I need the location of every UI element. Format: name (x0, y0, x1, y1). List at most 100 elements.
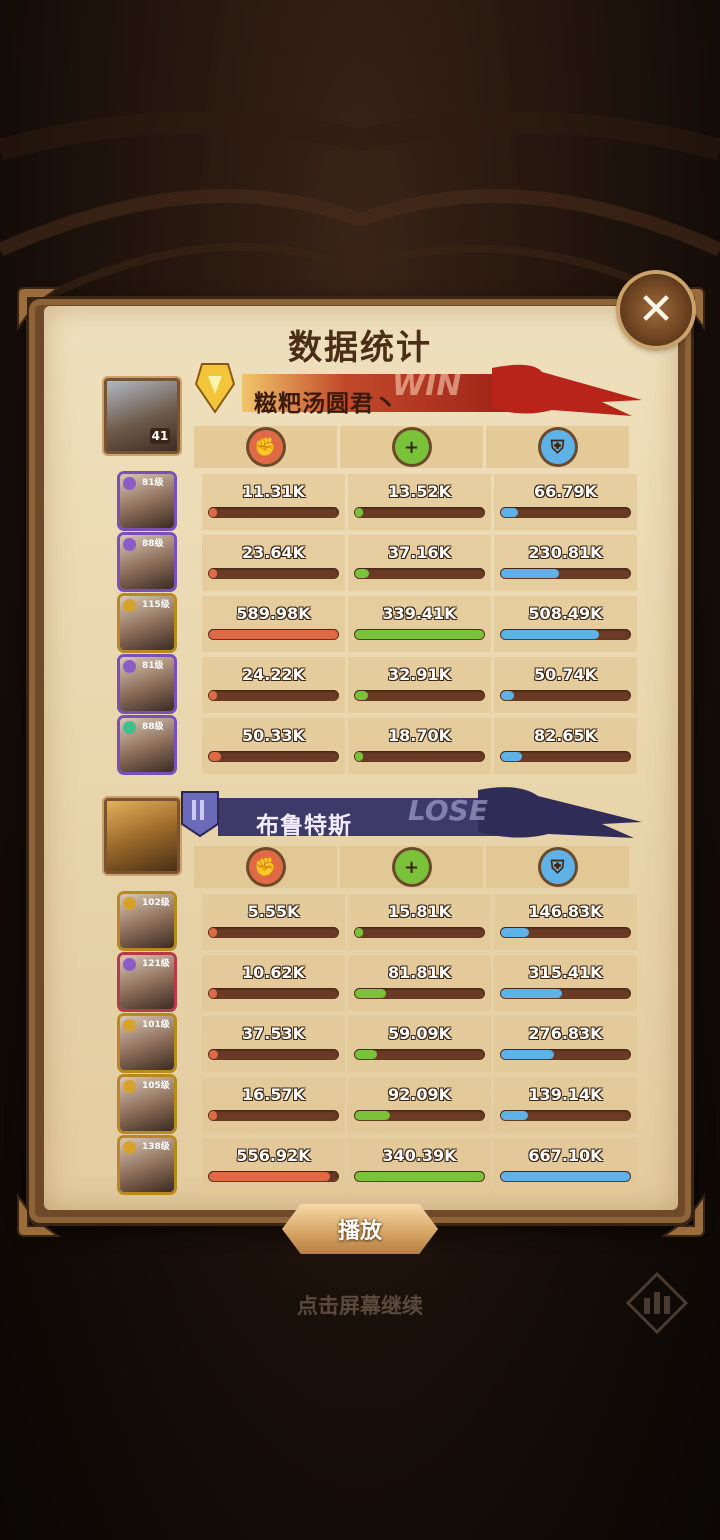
hero-level: 105级 (142, 1081, 170, 1091)
damage-value: 556.92K (236, 1146, 311, 1165)
team2-hero-portrait[interactable]: 101级 (120, 1016, 174, 1070)
hero-level: 102级 (142, 898, 170, 908)
team1-header-tank: ⛨ (486, 426, 629, 468)
shield-icon: ⛨ (540, 850, 575, 884)
hero-level: 81级 (142, 478, 164, 488)
tank-bar (500, 927, 631, 938)
tank-bar-fill (501, 508, 518, 517)
tank-bar (500, 1049, 631, 1060)
tank-bar-fill (501, 630, 599, 639)
tank-bar (500, 507, 631, 518)
team1-name: 糍粑汤圆君丶 (254, 391, 398, 417)
bar-chart-icon[interactable] (626, 1272, 688, 1334)
play-button-label: 播放 (337, 1219, 382, 1244)
tank-value: 315.41K (528, 963, 603, 982)
team1-hero-portrait[interactable]: 81级 (120, 657, 174, 711)
damage-value: 10.62K (241, 963, 305, 982)
tank-bar (500, 751, 631, 762)
team2-heal-cell: 15.81K (348, 894, 491, 950)
team1-heal-cell: 37.16K (348, 535, 491, 591)
element-badge-icon (123, 721, 136, 734)
team2-damage-cell: 556.92K (202, 1138, 345, 1194)
tank-value: 276.83K (528, 1024, 603, 1043)
damage-value: 589.98K (236, 604, 311, 623)
damage-bar (208, 988, 339, 999)
close-button[interactable]: ✕ (620, 274, 692, 346)
damage-bar-fill (209, 1172, 330, 1181)
heal-value: 339.41K (382, 604, 457, 623)
tank-value: 139.14K (528, 1085, 603, 1104)
team2-damage-cell: 16.57K (202, 1077, 345, 1133)
team1-heal-cell: 32.91K (348, 657, 491, 713)
heal-value: 37.16K (387, 543, 451, 562)
team2-name: 布鲁特斯 (256, 813, 352, 839)
team1-hero-portrait[interactable]: 88级 (120, 718, 174, 772)
heal-bar (354, 751, 485, 762)
team2-heal-cell: 81.81K (348, 955, 491, 1011)
team1-damage-cell: 23.64K (202, 535, 345, 591)
team1-tank-cell: 230.81K (494, 535, 637, 591)
play-button[interactable]: 播放 (282, 1204, 438, 1254)
shield-icon: ⛨ (540, 430, 575, 464)
heal-value: 81.81K (387, 963, 451, 982)
element-badge-icon (123, 1080, 136, 1093)
damage-bar-fill (209, 928, 217, 937)
team2-hero-portrait[interactable]: 105级 (120, 1077, 174, 1131)
team1-tank-cell: 66.79K (494, 474, 637, 530)
team1-hero-portrait[interactable]: 115级 (120, 596, 174, 650)
team1-damage-cell: 589.98K (202, 596, 345, 652)
team1-hero-portrait[interactable]: 88级 (120, 535, 174, 589)
team2-hero-portrait[interactable]: 121级 (120, 955, 174, 1009)
heal-bar-fill (355, 1111, 390, 1120)
tank-value: 667.10K (528, 1146, 603, 1165)
team2-tank-cell: 139.14K (494, 1077, 637, 1133)
damage-bar (208, 629, 339, 640)
damage-value: 11.31K (241, 482, 305, 501)
damage-bar-fill (209, 752, 221, 761)
damage-bar-fill (209, 1111, 217, 1120)
heal-bar (354, 988, 485, 999)
tank-bar-fill (501, 1172, 630, 1181)
team2-hero-portrait[interactable]: 138级 (120, 1138, 174, 1192)
damage-bar (208, 1049, 339, 1060)
damage-bar-fill (209, 630, 338, 639)
damage-bar-fill (209, 1050, 218, 1059)
hero-level: 81级 (142, 661, 164, 671)
damage-value: 16.57K (241, 1085, 305, 1104)
heal-bar (354, 1110, 485, 1121)
hero-level: 88级 (142, 539, 164, 549)
element-badge-icon (123, 538, 136, 551)
hero-level: 101级 (142, 1020, 170, 1030)
damage-bar (208, 751, 339, 762)
element-badge-icon (123, 477, 136, 490)
heal-bar (354, 1171, 485, 1182)
tank-bar (500, 988, 631, 999)
damage-bar (208, 690, 339, 701)
heal-bar (354, 690, 485, 701)
heal-value: 15.81K (387, 902, 451, 921)
tank-bar-fill (501, 569, 559, 578)
team1-result: WIN (392, 368, 462, 403)
team2-damage-cell: 37.53K (202, 1016, 345, 1072)
team1-header-damage: ✊ (194, 426, 337, 468)
team2-tank-cell: 146.83K (494, 894, 637, 950)
tank-value: 230.81K (528, 543, 603, 562)
tank-bar (500, 1110, 631, 1121)
damage-bar (208, 1110, 339, 1121)
damage-bar (208, 1171, 339, 1182)
team1-heal-cell: 339.41K (348, 596, 491, 652)
damage-bar-fill (209, 569, 217, 578)
team1-header-heal: + (340, 426, 483, 468)
tank-bar (500, 629, 631, 640)
team2-avatar[interactable] (104, 798, 180, 874)
heal-bar-fill (355, 1172, 484, 1181)
tank-value: 508.49K (528, 604, 603, 623)
damage-value: 23.64K (241, 543, 305, 562)
team1-hero-portrait[interactable]: 81级 (120, 474, 174, 528)
team1-tank-cell: 508.49K (494, 596, 637, 652)
team2-hero-portrait[interactable]: 102级 (120, 894, 174, 948)
team1-heal-cell: 18.70K (348, 718, 491, 774)
heal-bar (354, 629, 485, 640)
continue-hint: 点击屏幕继续 (297, 1294, 423, 1318)
tank-bar (500, 690, 631, 701)
